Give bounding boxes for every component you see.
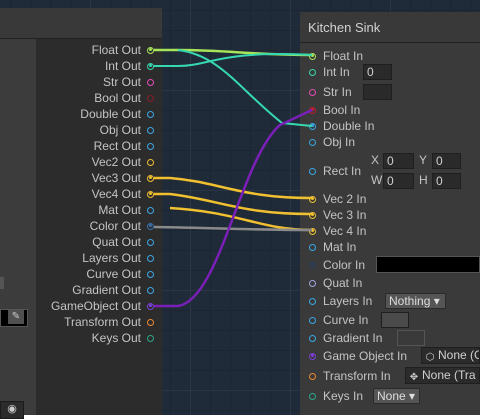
connection-wires (153, 48, 313, 308)
wire-float-to-double[interactable] (177, 49, 313, 127)
